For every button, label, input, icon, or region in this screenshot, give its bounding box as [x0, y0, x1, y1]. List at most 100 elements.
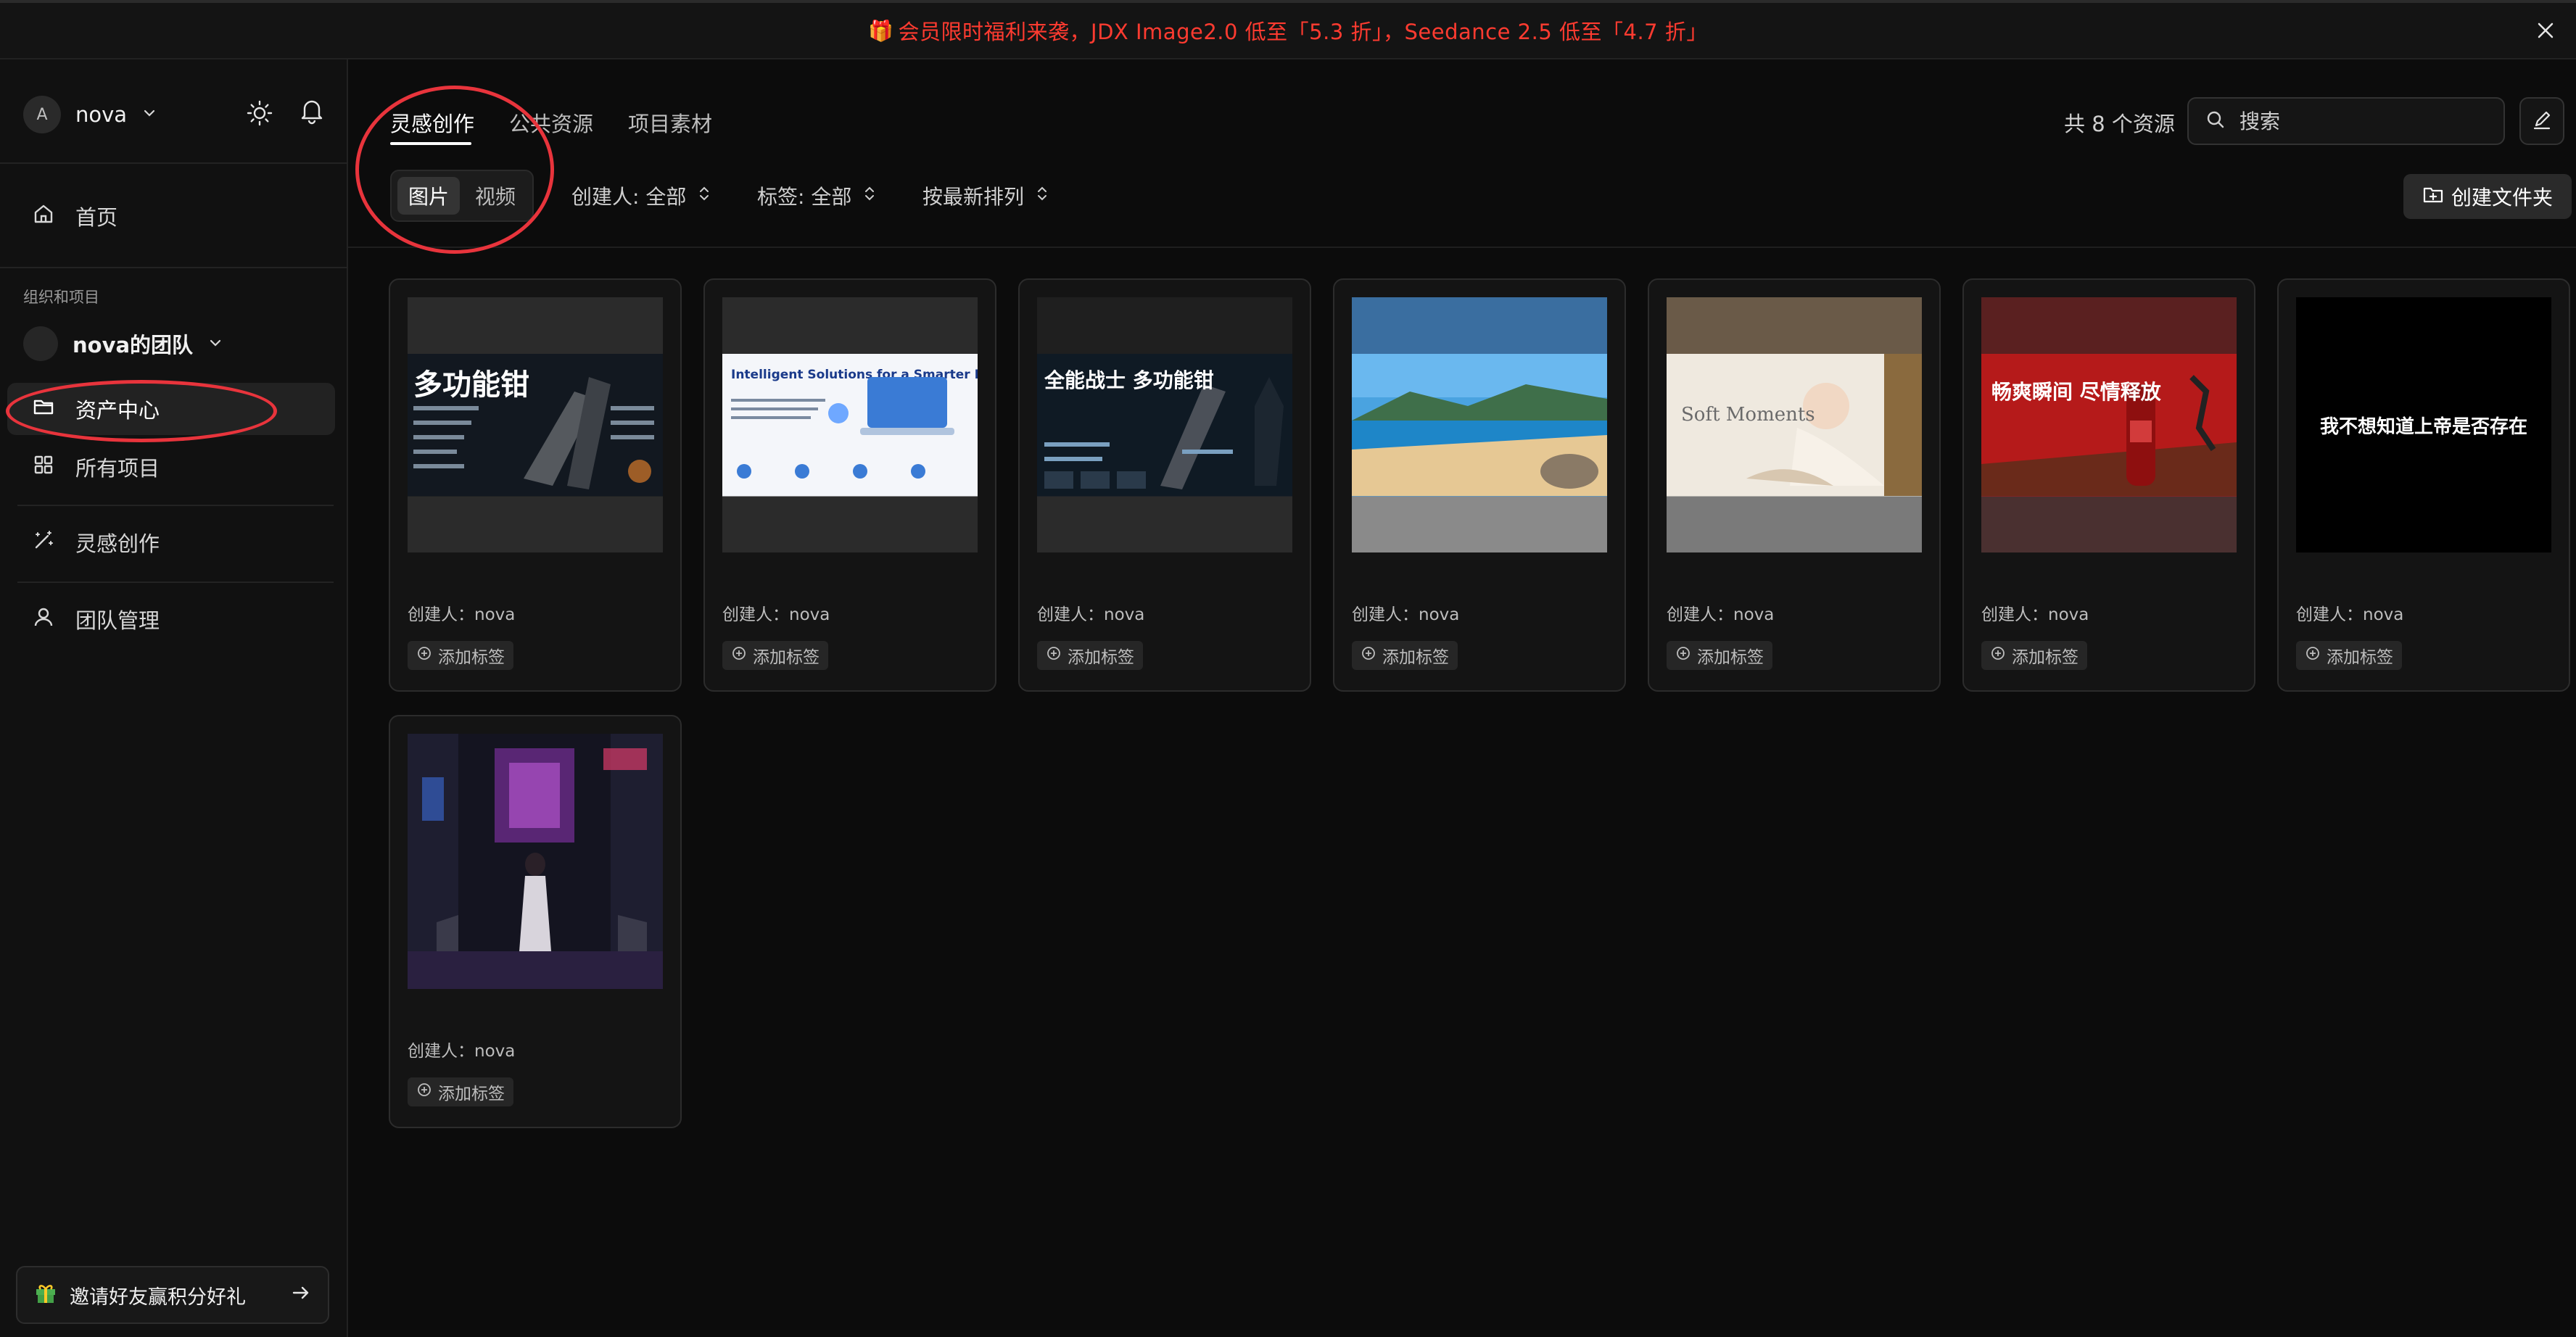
- sidebar-item-home[interactable]: 首页: [7, 190, 335, 242]
- chevron-down-icon: [141, 105, 157, 124]
- add-tag-label: 添加标签: [753, 648, 820, 667]
- tab-project-materials[interactable]: 项目素材: [628, 107, 712, 138]
- theme-toggle-sun-icon[interactable]: [242, 96, 277, 131]
- create-folder-button[interactable]: 创建文件夹: [2403, 174, 2572, 219]
- creator-label: 创建人：nova: [1667, 605, 1775, 624]
- add-tag-label: 添加标签: [438, 1085, 505, 1104]
- plus-circle-icon: [731, 645, 747, 666]
- invite-label: 邀请好友赢积分好礼: [70, 1286, 246, 1309]
- tag-filter[interactable]: 标签: 全部: [757, 181, 876, 210]
- add-tag-button[interactable]: 添加标签: [408, 1077, 513, 1106]
- add-tag-button[interactable]: 添加标签: [1037, 641, 1143, 670]
- add-tag-label: 添加标签: [1382, 648, 1449, 667]
- sidebar-item-label: 所有项目: [75, 456, 160, 481]
- edit-pen-button[interactable]: [2519, 97, 2564, 145]
- media-type-toggle: 图片 视频: [390, 170, 534, 222]
- search-input[interactable]: [2239, 109, 2486, 133]
- asset-thumbnail: Intelligent Solutions for a Smarter Futu…: [722, 297, 978, 552]
- add-tag-button[interactable]: 添加标签: [1667, 641, 1772, 670]
- creator-label: 创建人：nova: [408, 605, 516, 624]
- sort-filter[interactable]: 按最新排列: [922, 181, 1049, 210]
- divider: [348, 247, 2576, 248]
- bell-icon[interactable]: [294, 93, 329, 128]
- invite-friends-button[interactable]: 邀请好友赢积分好礼: [16, 1266, 329, 1324]
- arrow-right-icon: [290, 1282, 312, 1309]
- add-tag-button[interactable]: 添加标签: [722, 641, 828, 670]
- chevron-down-icon: [207, 331, 223, 356]
- edit-pen-icon: [2530, 108, 2554, 134]
- grid-icon: [32, 453, 55, 481]
- gift-icon: [33, 1280, 58, 1310]
- asset-card[interactable]: 全能战士 多功能钳 创建人：nova 添加标签: [1018, 278, 1311, 692]
- user-menu[interactable]: A nova: [23, 91, 157, 138]
- sidebar-item-asset-center[interactable]: 资产中心: [7, 383, 335, 435]
- add-tag-button[interactable]: 添加标签: [1981, 641, 2087, 670]
- image-title: 全能战士 多功能钳: [1044, 368, 1214, 392]
- asset-card[interactable]: 创建人：nova 添加标签: [1333, 278, 1626, 692]
- creator-filter[interactable]: 创建人: 全部: [571, 181, 711, 210]
- folder-plus-icon: [2422, 183, 2444, 210]
- segment-video[interactable]: 视频: [464, 177, 527, 215]
- team-selector[interactable]: nova的团队: [23, 322, 223, 365]
- image-title: 多功能钳: [413, 368, 529, 402]
- asset-card[interactable]: Intelligent Solutions for a Smarter Futu…: [703, 278, 996, 692]
- cyberpunk-city-image: [408, 734, 663, 989]
- asset-thumbnail: 多功能钳: [408, 297, 663, 552]
- plus-circle-icon: [416, 645, 432, 666]
- plus-circle-icon: [2305, 645, 2321, 666]
- add-tag-button[interactable]: 添加标签: [1352, 641, 1458, 670]
- multitool-poster-image: 多功能钳: [408, 354, 663, 496]
- filter-label: 标签: 全部: [757, 185, 852, 209]
- close-icon[interactable]: [2531, 16, 2560, 45]
- image-title: 畅爽瞬间 尽情释放: [1991, 380, 2162, 404]
- sidebar: A nova 首页 组织和项目 nova的团队 资产中心 所有项目 灵感创作 团…: [0, 59, 348, 1337]
- asset-card[interactable]: 畅爽瞬间 尽情释放 创建人：nova 添加标签: [1962, 278, 2255, 692]
- filter-label: 按最新排列: [922, 185, 1025, 209]
- search-box[interactable]: [2187, 97, 2505, 145]
- add-tag-label: 添加标签: [438, 648, 505, 667]
- add-tag-label: 添加标签: [1068, 648, 1134, 667]
- plus-circle-icon: [1046, 645, 1062, 666]
- plus-circle-icon: [1990, 645, 2006, 666]
- sort-arrows-icon: [1036, 184, 1049, 208]
- team-name: nova的团队: [73, 333, 194, 357]
- home-icon: [32, 202, 55, 231]
- filter-label: 创建人: 全部: [571, 185, 687, 209]
- tab-inspiration[interactable]: 灵感创作: [390, 107, 474, 138]
- creator-label: 创建人：nova: [1981, 605, 2089, 624]
- creator-label: 创建人：nova: [1037, 605, 1145, 624]
- sidebar-item-label: 资产中心: [75, 398, 160, 423]
- sidebar-item-team-management[interactable]: 团队管理: [7, 593, 335, 645]
- promo-banner: 🎁 会员限时福利来袭，JDX Image2.0 低至「5.3 折」，Seedan…: [0, 0, 2576, 59]
- divider: [0, 267, 348, 268]
- sidebar-item-label: 灵感创作: [75, 531, 160, 556]
- section-label: 组织和项目: [23, 289, 99, 306]
- asset-card[interactable]: Soft Moments 创建人：nova 添加标签: [1648, 278, 1941, 692]
- add-tag-button[interactable]: 添加标签: [408, 641, 513, 670]
- avatar: A: [23, 96, 61, 133]
- asset-thumbnail: 我不想知道上帝是否存在: [2296, 297, 2551, 552]
- image-title: Soft Moments: [1681, 404, 1815, 426]
- sidebar-item-inspiration[interactable]: 灵感创作: [7, 516, 335, 568]
- create-folder-label: 创建文件夹: [2451, 186, 2553, 210]
- plus-circle-icon: [416, 1082, 432, 1102]
- creator-label: 创建人：nova: [408, 1042, 516, 1061]
- asset-thumbnail: [1352, 297, 1607, 552]
- add-tag-label: 添加标签: [1697, 648, 1764, 667]
- user-name: nova: [75, 102, 128, 127]
- asset-thumbnail: [408, 734, 663, 989]
- tab-public-resources[interactable]: 公共资源: [509, 107, 593, 138]
- asset-card[interactable]: 多功能钳 创建人：nova 添加标签: [389, 278, 682, 692]
- creator-label: 创建人：nova: [1352, 605, 1460, 624]
- sidebar-item-all-projects[interactable]: 所有项目: [7, 441, 335, 493]
- beach-photo-image: [1352, 354, 1607, 496]
- asset-card[interactable]: 我不想知道上帝是否存在 创建人：nova 添加标签: [2277, 278, 2570, 692]
- segment-image[interactable]: 图片: [397, 177, 460, 215]
- asset-card[interactable]: 创建人：nova 添加标签: [389, 715, 682, 1128]
- active-tab-indicator: [390, 142, 471, 145]
- folder-icon: [32, 395, 55, 423]
- add-tag-button[interactable]: 添加标签: [2296, 641, 2402, 670]
- smart-solutions-infographic-image: Intelligent Solutions for a Smarter Futu…: [722, 354, 978, 496]
- asset-thumbnail: Soft Moments: [1667, 297, 1922, 552]
- sidebar-item-label: 首页: [75, 205, 118, 230]
